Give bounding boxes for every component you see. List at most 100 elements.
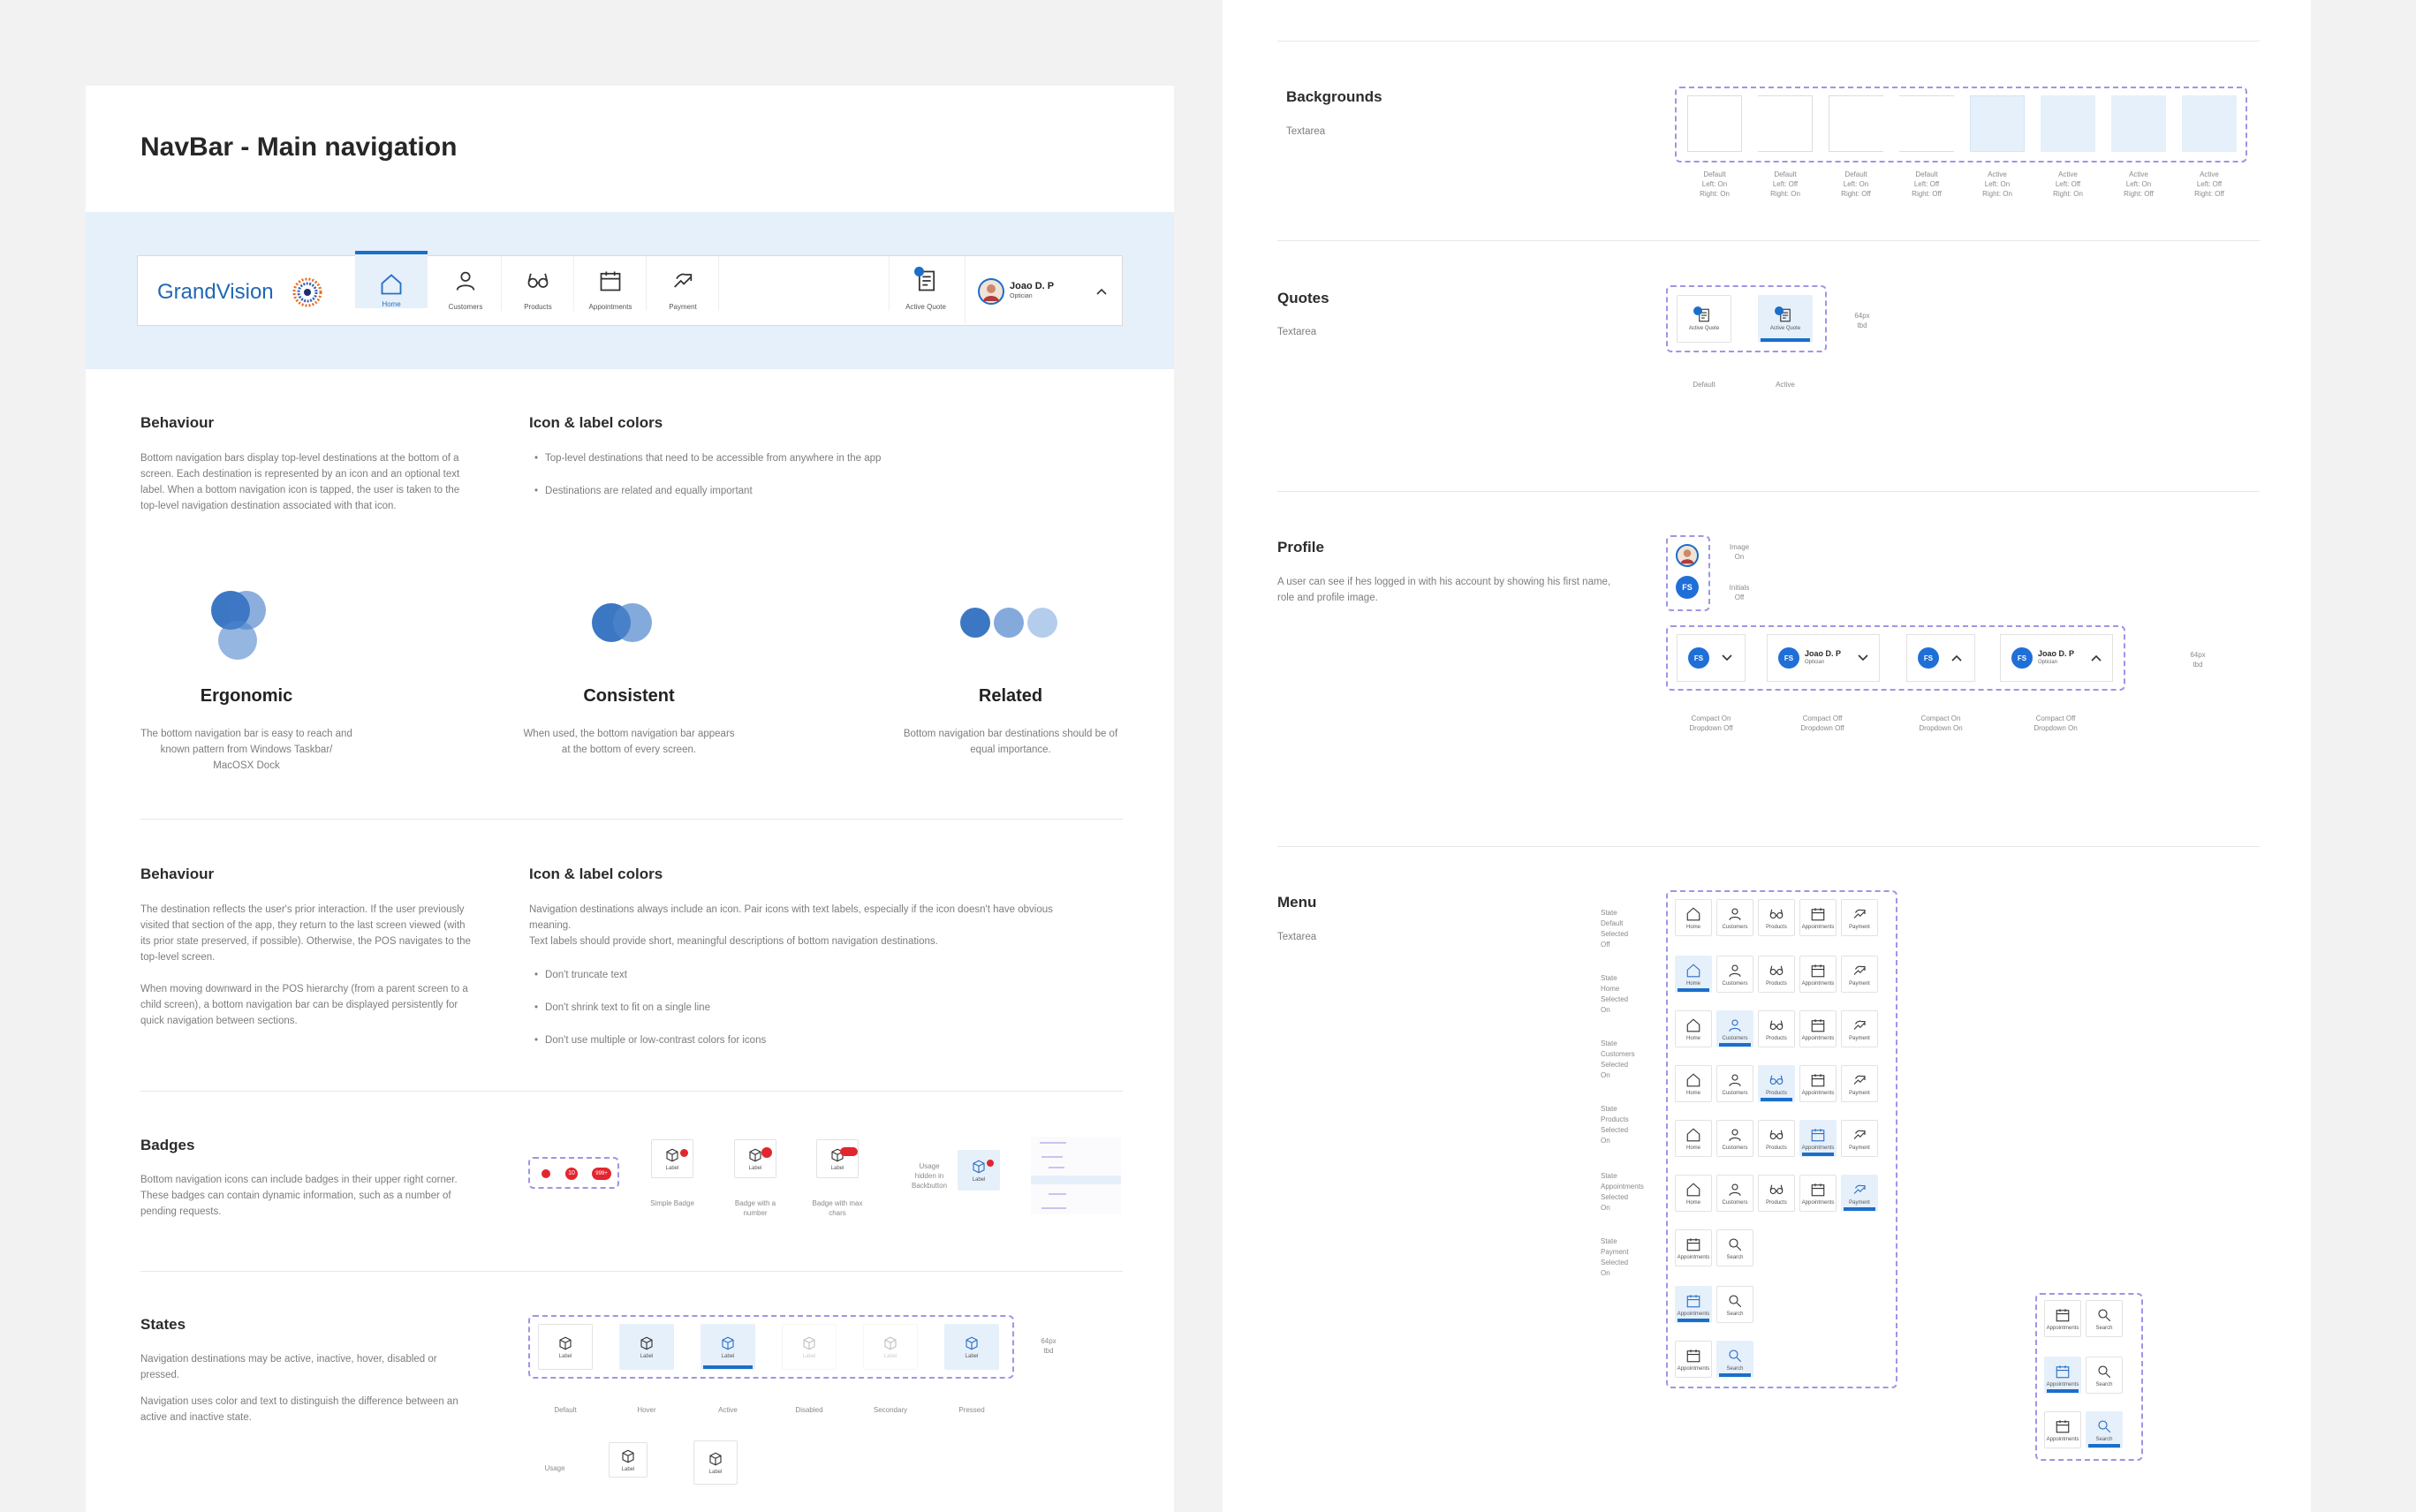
menu-tile[interactable]: Search [1716, 1229, 1753, 1266]
profile-full-dropdown-on[interactable]: FS Joao D. P Optician [2000, 634, 2113, 682]
menu-tile[interactable]: Customers [1716, 956, 1753, 993]
active-indicator [2047, 1389, 2079, 1393]
menu-tile[interactable]: Search [2086, 1357, 2123, 1394]
badge-usage-tile[interactable]: Label [958, 1150, 1000, 1191]
state-secondary-tile[interactable]: Label [863, 1324, 918, 1370]
menu-tile[interactable]: Appointments [1799, 1175, 1837, 1212]
menu-tile[interactable]: Home [1675, 1065, 1712, 1102]
menu-tile[interactable]: Products [1758, 956, 1795, 993]
menu-tile[interactable]: Customers [1716, 1010, 1753, 1047]
profile-full-dropdown-off[interactable]: FS Joao D. P Optician [1767, 634, 1880, 682]
menu-tile[interactable]: Customers [1716, 1065, 1753, 1102]
menu-tile[interactable]: Payment [1841, 899, 1878, 936]
tile-label: Search [2095, 1381, 2113, 1387]
badge-dot [680, 1149, 688, 1157]
state-hover-tile[interactable]: Label [619, 1324, 674, 1370]
calendar-icon [1811, 1183, 1825, 1196]
menu-tile[interactable]: Home [1675, 956, 1712, 993]
quote-active-tile[interactable]: Active Quote [1758, 295, 1813, 343]
menu-tile[interactable]: Home [1675, 1010, 1712, 1047]
menu-tile[interactable]: Appointments [1799, 1065, 1837, 1102]
active-indicator [1802, 1153, 1834, 1156]
profile-compact-dropdown-off[interactable]: FS [1677, 634, 1746, 682]
quote-default-tile[interactable]: Active Quote [1677, 295, 1731, 343]
tile-label: Home [1685, 1035, 1700, 1041]
usage-tile[interactable]: Label [693, 1440, 738, 1485]
tile-label: Appointments [2046, 1381, 2079, 1387]
calendar-icon [2056, 1365, 2070, 1378]
bg-caption: Default Left: On Right: On [1687, 170, 1742, 199]
bg-swatch-default [1758, 95, 1813, 152]
nav-item-products[interactable]: Products [502, 256, 574, 311]
menu-tile[interactable]: Appointments [1799, 899, 1837, 936]
search-icon [1729, 1294, 1742, 1307]
tile-label: Payment [1849, 980, 1870, 987]
calendar-icon [1811, 1073, 1825, 1086]
calendar-icon [1811, 1018, 1825, 1032]
avatar-note: Initials Off [1729, 584, 1750, 601]
menu-tile[interactable]: Products [1758, 1175, 1795, 1212]
state-default-tile[interactable]: Label [538, 1324, 593, 1370]
menu-tile[interactable]: Appointments [2044, 1300, 2081, 1337]
box-icon [640, 1336, 653, 1349]
menu-tile[interactable]: Search [2086, 1411, 2123, 1448]
profile-compact-dropdown-on[interactable]: FS [1906, 634, 1975, 682]
badge-example-max[interactable]: Label [816, 1139, 859, 1178]
menu-tile[interactable]: Search [2086, 1300, 2123, 1337]
nav-item-customers[interactable]: Customers [429, 256, 502, 311]
active-quote-button[interactable]: Active Quote [889, 256, 961, 311]
bullet-item: Destinations are related and equally imp… [534, 483, 753, 499]
menu-tile[interactable]: Search [1716, 1286, 1753, 1323]
menu-tile[interactable]: Payment [1841, 1175, 1878, 1212]
menu-tile[interactable]: Payment [1841, 1010, 1878, 1047]
menu-tile[interactable]: Products [1758, 1120, 1795, 1157]
nav-item-label: Home [382, 300, 401, 308]
menu-tile[interactable]: Payment [1841, 1120, 1878, 1157]
menu-tile[interactable]: Appointments [1675, 1286, 1712, 1323]
menu-tile[interactable]: Customers [1716, 1120, 1753, 1157]
caption-line: Right: Off [2124, 190, 2154, 198]
badge-variants-frame: 10 999+ [528, 1157, 619, 1189]
active-indicator [703, 1365, 753, 1369]
tile-label: Label [558, 1353, 572, 1359]
chevron-up-icon[interactable] [1094, 284, 1109, 299]
badge-example-simple[interactable]: Label [651, 1139, 693, 1178]
menu-tile[interactable]: Appointments [1675, 1229, 1712, 1266]
badge-example-number[interactable]: Label [734, 1139, 776, 1178]
menu-tile[interactable]: Products [1758, 899, 1795, 936]
menu-tile[interactable]: Home [1675, 1175, 1712, 1212]
menu-tile[interactable]: Payment [1841, 1065, 1878, 1102]
principle-title: Consistent [583, 686, 675, 706]
menu-tile[interactable]: Appointments [2044, 1357, 2081, 1394]
bullet-item: Don't use multiple or low-contrast color… [534, 1032, 766, 1048]
preview-line [1041, 1207, 1066, 1209]
bg-swatch-default [1687, 95, 1742, 152]
menu-tile[interactable]: Products [1758, 1065, 1795, 1102]
active-indicator [1678, 1319, 1709, 1322]
nav-item-appointments[interactable]: Appointments [574, 256, 647, 311]
menu-tile[interactable]: Appointments [1799, 1010, 1837, 1047]
icon-label-colors-heading: Icon & label colors [529, 414, 663, 431]
state-pressed-tile[interactable]: Label [944, 1324, 999, 1370]
menu-tile[interactable]: Appointments [1675, 1341, 1712, 1378]
state-active-tile[interactable]: Label [701, 1324, 755, 1370]
tile-label: Label [965, 1353, 979, 1359]
brand-name: GrandVision [157, 280, 274, 304]
menu-tile[interactable]: Home [1675, 1120, 1712, 1157]
nav-item-home[interactable]: Home [355, 251, 428, 308]
menu-tile[interactable]: Customers [1716, 1175, 1753, 1212]
profile-menu[interactable]: Joao D. P Optician [965, 256, 1124, 327]
search-icon [1729, 1237, 1742, 1251]
menu-tile[interactable]: Appointments [2044, 1411, 2081, 1448]
menu-tile[interactable]: Search [1716, 1341, 1753, 1378]
nav-item-payment[interactable]: Payment [647, 256, 719, 311]
menu-tile[interactable]: Products [1758, 1010, 1795, 1047]
usage-tile[interactable]: Label [609, 1442, 648, 1478]
badge-example-caption: Badge with max chars [812, 1199, 863, 1217]
menu-tile[interactable]: Home [1675, 899, 1712, 936]
menu-tile[interactable]: Customers [1716, 899, 1753, 936]
menu-tile[interactable]: Payment [1841, 956, 1878, 993]
box-icon [966, 1336, 978, 1349]
menu-tile[interactable]: Appointments [1799, 956, 1837, 993]
menu-tile[interactable]: Appointments [1799, 1120, 1837, 1157]
